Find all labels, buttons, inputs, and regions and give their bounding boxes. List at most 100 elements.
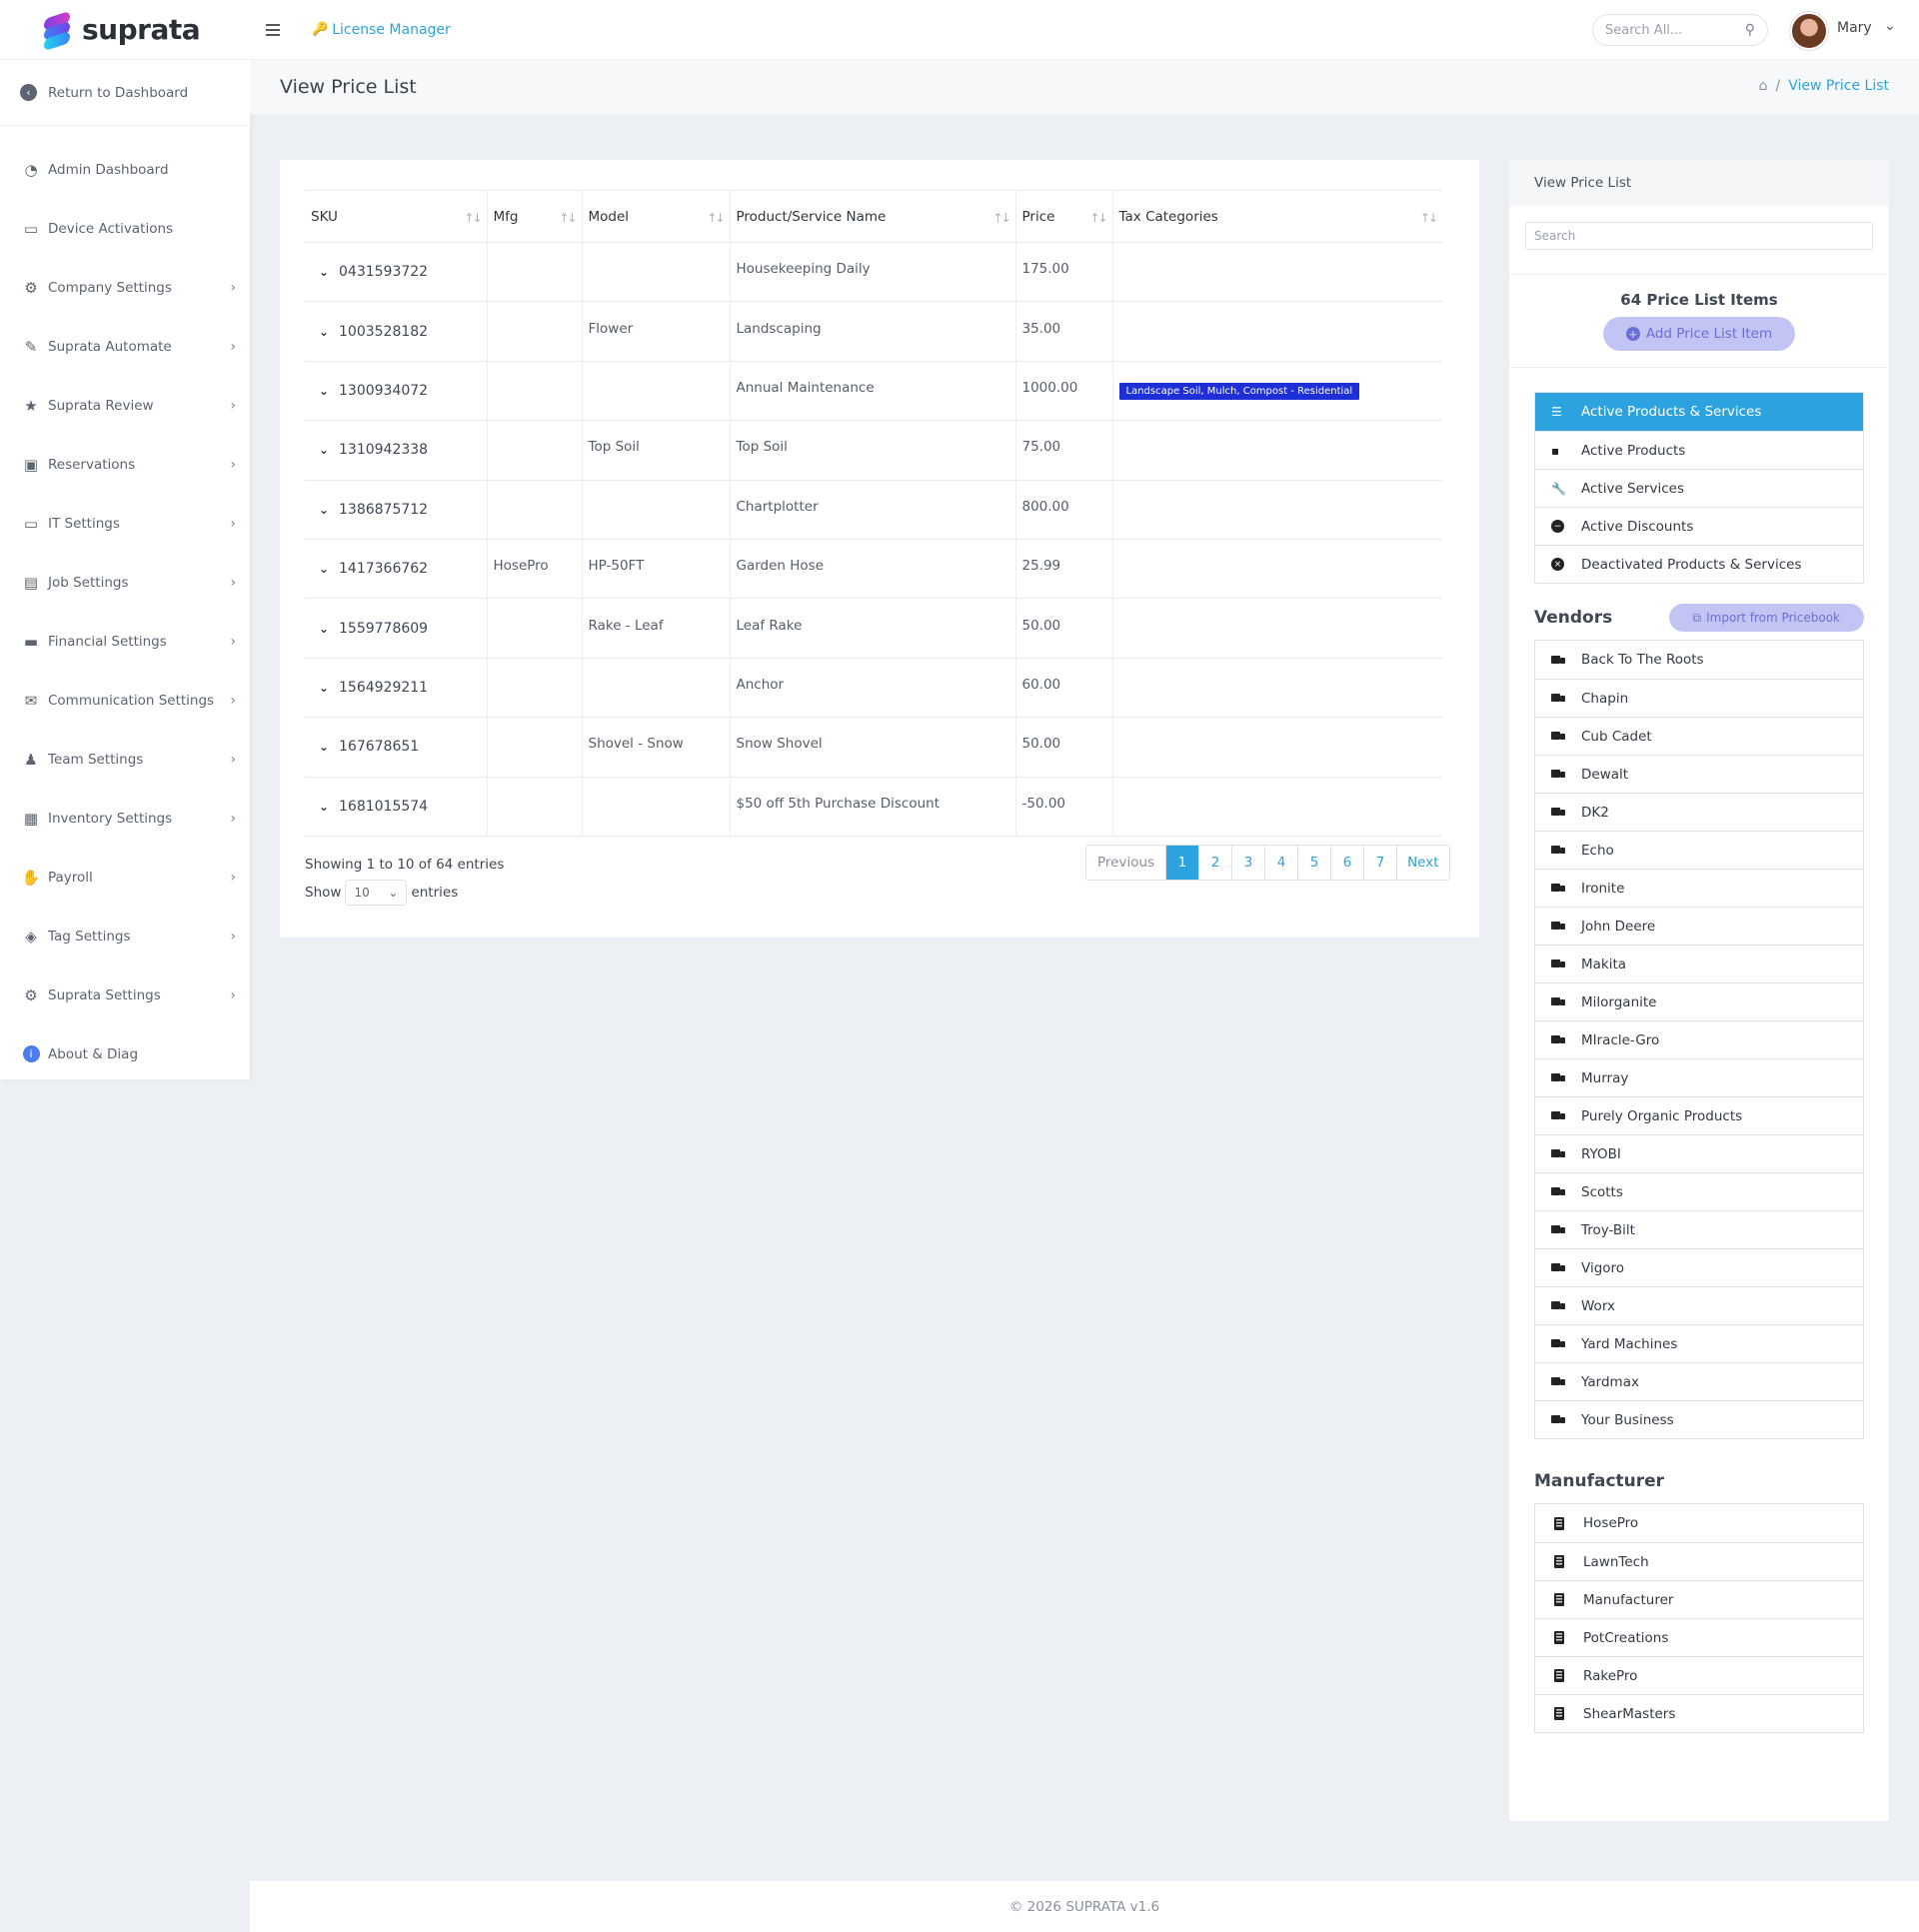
- column-header-name[interactable]: Product/Service Name ↑↓: [729, 190, 1015, 243]
- chevron-down-icon[interactable]: ⌄: [311, 443, 337, 457]
- return-to-dashboard-link[interactable]: ‹ Return to Dashboard: [0, 60, 250, 126]
- add-price-list-item-button[interactable]: + Add Price List Item: [1603, 317, 1795, 351]
- panel-search-input[interactable]: [1534, 229, 1864, 243]
- sidebar-item-company-settings[interactable]: ⚙ Company Settings ›: [0, 258, 250, 317]
- column-header-tax[interactable]: Tax Categories ↑↓: [1111, 190, 1442, 243]
- search-icon[interactable]: ⚲: [1745, 22, 1755, 38]
- vendor-item[interactable]: Milorganite: [1535, 982, 1863, 1020]
- page-length-select[interactable]: 10 ⌄: [345, 880, 408, 906]
- table-row[interactable]: ⌄ 167678651 Shovel - Snow Snow Shovel 50.00: [305, 717, 1442, 778]
- vendor-item[interactable]: Chapin: [1535, 679, 1863, 717]
- chevron-down-icon[interactable]: ⌄: [311, 681, 337, 695]
- sidebar-item-reservations[interactable]: ▣ Reservations ›: [0, 435, 250, 494]
- vendor-item[interactable]: Back To The Roots: [1535, 641, 1863, 679]
- vendor-item[interactable]: Troy-Bilt: [1535, 1210, 1863, 1248]
- column-header-price[interactable]: Price ↑↓: [1014, 190, 1112, 243]
- table-row[interactable]: ⌄ 1300934072 Annual Maintenance 1000.00 Land…: [305, 361, 1442, 422]
- filter-item[interactable]: ☰ Active Products & Services: [1535, 393, 1863, 431]
- next-page-button[interactable]: Next: [1396, 846, 1448, 880]
- page-button[interactable]: 2: [1198, 846, 1231, 880]
- vendor-item[interactable]: John Deere: [1535, 907, 1863, 945]
- vendor-item[interactable]: RYOBI: [1535, 1134, 1863, 1172]
- vendor-item[interactable]: Worx: [1535, 1286, 1863, 1324]
- pen-icon: ✎: [24, 337, 38, 356]
- sidebar-item-job-settings[interactable]: ▤ Job Settings ›: [0, 553, 250, 612]
- chevron-down-icon[interactable]: ⌄: [311, 622, 337, 636]
- table-row[interactable]: ⌄ 1681015574 $50 off 5th Purchase Discount…: [305, 777, 1442, 837]
- filter-item[interactable]: 🔧 Active Services: [1535, 469, 1863, 507]
- brand-logo[interactable]: suprata: [0, 0, 250, 60]
- sidebar-item-inventory-settings[interactable]: ▦ Inventory Settings ›: [0, 789, 250, 848]
- table-row[interactable]: ⌄ 0431593722 Housekeeping Daily 175.00: [305, 242, 1442, 303]
- chevron-down-icon[interactable]: ⌄: [311, 800, 337, 814]
- previous-page-button[interactable]: Previous: [1086, 846, 1165, 880]
- import-from-pricebook-button[interactable]: ⧉ Import from Pricebook: [1668, 604, 1864, 632]
- column-header-model[interactable]: Model ↑↓: [581, 190, 730, 243]
- filter-item[interactable]: ▪ Active Products: [1535, 431, 1863, 469]
- chevron-down-icon[interactable]: ⌄: [1884, 18, 1896, 34]
- vendor-label: Troy-Bilt: [1581, 1221, 1635, 1238]
- vendor-item[interactable]: DK2: [1535, 793, 1863, 831]
- vendor-item[interactable]: Purely Organic Products: [1535, 1096, 1863, 1134]
- chevron-down-icon[interactable]: ⌄: [311, 265, 337, 279]
- sidebar-item-it-settings[interactable]: ▭ IT Settings ›: [0, 494, 250, 553]
- table-row[interactable]: ⌄ 1310942338 Top Soil Top Soil 75.00: [305, 420, 1442, 481]
- vendor-item[interactable]: Yard Machines: [1535, 1324, 1863, 1362]
- page-button[interactable]: 3: [1231, 846, 1264, 880]
- vendor-item[interactable]: Scotts: [1535, 1172, 1863, 1210]
- sidebar-item-about-diag[interactable]: i About & Diag: [0, 1024, 250, 1083]
- table-row[interactable]: ⌄ 1559778609 Rake - Leaf Leaf Rake 50.00: [305, 598, 1442, 659]
- avatar[interactable]: [1790, 12, 1828, 50]
- vendor-item[interactable]: Echo: [1535, 831, 1863, 869]
- sidebar-item-admin-dashboard[interactable]: ◔ Admin Dashboard: [0, 140, 250, 199]
- sidebar-item-suprata-review[interactable]: ★ Suprata Review ›: [0, 376, 250, 435]
- sidebar-item-device-activations[interactable]: ▭ Device Activations: [0, 199, 250, 258]
- filter-item[interactable]: × Deactivated Products & Services: [1535, 545, 1863, 583]
- menu-toggle-icon[interactable]: [266, 23, 280, 36]
- vendor-item[interactable]: Your Business: [1535, 1400, 1863, 1438]
- chevron-down-icon[interactable]: ⌄: [311, 325, 337, 339]
- table-row[interactable]: ⌄ 1386875712 Chartplotter 800.00: [305, 480, 1442, 540]
- manufacturer-item[interactable]: RakePro: [1535, 1656, 1863, 1694]
- vendor-item[interactable]: Ironite: [1535, 869, 1863, 907]
- page-button[interactable]: 5: [1297, 846, 1330, 880]
- global-search-input[interactable]: [1605, 22, 1735, 38]
- vendor-item[interactable]: Murray: [1535, 1058, 1863, 1096]
- sidebar-item-financial-settings[interactable]: ▬ Financial Settings ›: [0, 612, 250, 671]
- sidebar-item-tag-settings[interactable]: ◈ Tag Settings ›: [0, 907, 250, 966]
- manufacturer-item[interactable]: LawnTech: [1535, 1542, 1863, 1580]
- column-header-sku[interactable]: SKU ↑↓: [305, 190, 487, 243]
- vendor-item[interactable]: Yardmax: [1535, 1362, 1863, 1400]
- vendor-item[interactable]: Cub Cadet: [1535, 717, 1863, 755]
- filter-item[interactable]: − Active Discounts: [1535, 507, 1863, 545]
- username[interactable]: Mary: [1837, 20, 1872, 36]
- page-button[interactable]: 1: [1165, 846, 1199, 880]
- sidebar-item-suprata-settings[interactable]: ⚙ Suprata Settings ›: [0, 966, 250, 1024]
- column-header-mfg[interactable]: Mfg ↑↓: [486, 190, 582, 243]
- vendor-item[interactable]: Dewalt: [1535, 755, 1863, 793]
- page-button[interactable]: 7: [1363, 846, 1396, 880]
- vendor-item[interactable]: MIracle-Gro: [1535, 1020, 1863, 1058]
- chevron-down-icon[interactable]: ⌄: [311, 740, 337, 754]
- manufacturer-item[interactable]: ShearMasters: [1535, 1694, 1863, 1732]
- sidebar-item-team-settings[interactable]: ♟ Team Settings ›: [0, 730, 250, 789]
- chevron-down-icon[interactable]: ⌄: [311, 562, 337, 576]
- manufacturer-item[interactable]: Manufacturer: [1535, 1580, 1863, 1618]
- chevron-down-icon[interactable]: ⌄: [311, 384, 337, 398]
- table-row[interactable]: ⌄ 1564929211 Anchor 60.00: [305, 658, 1442, 719]
- page-button[interactable]: 6: [1330, 846, 1363, 880]
- manufacturer-item[interactable]: PotCreations: [1535, 1618, 1863, 1656]
- manufacturer-item[interactable]: HosePro: [1535, 1504, 1863, 1542]
- breadcrumb-current[interactable]: View Price List: [1788, 78, 1889, 94]
- home-icon[interactable]: ⌂: [1759, 78, 1768, 94]
- sidebar-item-suprata-automate[interactable]: ✎ Suprata Automate ›: [0, 317, 250, 376]
- page-button[interactable]: 4: [1264, 846, 1297, 880]
- license-manager-link[interactable]: 🔑 License Manager: [312, 22, 451, 38]
- chevron-down-icon[interactable]: ⌄: [311, 503, 337, 517]
- table-row[interactable]: ⌄ 1417366762 HosePro HP-50FT Garden Hose 25.9…: [305, 539, 1442, 600]
- vendor-item[interactable]: Vigoro: [1535, 1248, 1863, 1286]
- sidebar-item-communication-settings[interactable]: ✉ Communication Settings ›: [0, 671, 250, 730]
- vendor-item[interactable]: Makita: [1535, 945, 1863, 982]
- sidebar-item-payroll[interactable]: ✋ Payroll ›: [0, 848, 250, 907]
- table-row[interactable]: ⌄ 1003528182 Flower Landscaping 35.00: [305, 301, 1442, 362]
